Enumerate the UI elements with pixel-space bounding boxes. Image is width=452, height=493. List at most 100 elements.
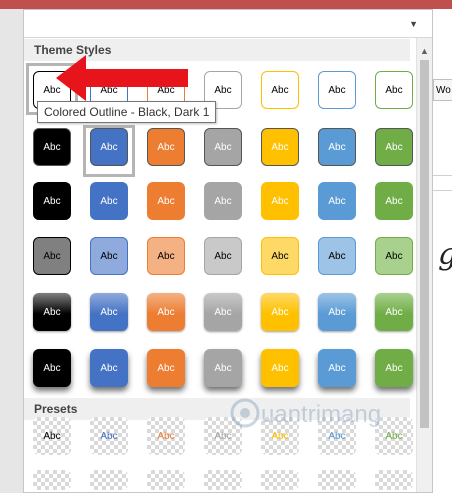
style-cell-gray[interactable]: Abc	[204, 349, 242, 387]
style-cell-label: Abc	[43, 141, 61, 153]
style-cell-green[interactable]: Abc	[375, 182, 413, 220]
style-cell-gray[interactable]: Abc	[204, 293, 242, 331]
style-cell-label: Abc	[100, 250, 118, 262]
style-cell-label: Abc	[100, 306, 118, 318]
style-cell-label: Abc	[43, 430, 61, 442]
style-cell-green[interactable]: Abc	[375, 128, 413, 166]
style-cell-label: Abc	[157, 430, 175, 442]
style-cell-label: Abc	[214, 362, 232, 374]
style-cell-green[interactable]: Abc	[375, 293, 413, 331]
style-cell-green[interactable]: Abc	[375, 71, 413, 109]
vertical-scrollbar[interactable]: ▲	[416, 38, 432, 492]
style-cell-orange[interactable]: Abc	[147, 237, 185, 275]
style-cell-gold[interactable]: Abc	[261, 470, 299, 490]
style-cell-blue[interactable]: Abc	[90, 417, 128, 455]
style-cell-orange[interactable]: Abc	[147, 470, 185, 490]
style-cell-label: Abc	[214, 430, 232, 442]
style-cell-gold[interactable]: Abc	[261, 71, 299, 109]
style-cell-label: Abc	[385, 141, 403, 153]
page-line	[433, 175, 452, 176]
style-cell-gold[interactable]: Abc	[261, 417, 299, 455]
style-cell-orange[interactable]: Abc	[147, 182, 185, 220]
style-cell-black[interactable]: Abc	[33, 349, 71, 387]
style-cell-label: Abc	[43, 195, 61, 207]
style-cell-green[interactable]: Abc	[375, 237, 413, 275]
style-cell-gold[interactable]: Abc	[261, 293, 299, 331]
style-cell-label: Abc	[271, 306, 289, 318]
style-cell-label: Abc	[214, 141, 232, 153]
style-cell-lightblue[interactable]: Abc	[318, 182, 356, 220]
style-cell-label: Abc	[271, 141, 289, 153]
page-line	[433, 190, 452, 191]
style-cell-label: Abc	[157, 250, 175, 262]
style-cell-label: Abc	[214, 84, 232, 96]
document-text-glyph: g	[438, 237, 452, 272]
style-cell-black[interactable]: Abc	[33, 128, 71, 166]
style-cell-lightblue[interactable]: Abc	[318, 417, 356, 455]
style-cell-label: Abc	[43, 362, 61, 374]
ruler-tab: Wo	[433, 79, 452, 101]
style-cell-green[interactable]: Abc	[375, 349, 413, 387]
style-cell-label: Abc	[328, 306, 346, 318]
document-background	[0, 9, 23, 493]
style-cell-orange[interactable]: Abc	[147, 349, 185, 387]
style-cell-label: Abc	[157, 141, 175, 153]
style-cell-label: Abc	[328, 84, 346, 96]
style-cell-black[interactable]: Abc	[33, 293, 71, 331]
style-cell-label: Abc	[43, 306, 61, 318]
style-cell-gray[interactable]: Abc	[204, 237, 242, 275]
style-cell-lightblue[interactable]: Abc	[318, 470, 356, 490]
style-cell-label: Abc	[157, 362, 175, 374]
style-cell-label: Abc	[385, 306, 403, 318]
style-cell-label: Abc	[385, 84, 403, 96]
style-cell-gray[interactable]: Abc	[204, 128, 242, 166]
style-cell-blue[interactable]: Abc	[90, 182, 128, 220]
style-cell-label: Abc	[328, 362, 346, 374]
style-cell-orange[interactable]: Abc	[147, 128, 185, 166]
style-cell-gray[interactable]: Abc	[204, 470, 242, 490]
style-cell-gray[interactable]: Abc	[204, 417, 242, 455]
style-cell-gold[interactable]: Abc	[261, 182, 299, 220]
style-cell-black[interactable]: Abc	[33, 182, 71, 220]
style-cell-label: Abc	[271, 430, 289, 442]
style-cell-orange[interactable]: Abc	[147, 293, 185, 331]
style-cell-blue[interactable]: Abc	[90, 349, 128, 387]
style-cell-orange[interactable]: Abc	[147, 417, 185, 455]
style-cell-blue[interactable]: Abc	[90, 237, 128, 275]
style-cell-blue[interactable]: Abc	[90, 470, 128, 490]
style-cell-label: Abc	[157, 195, 175, 207]
style-cell-lightblue[interactable]: Abc	[318, 237, 356, 275]
style-cell-label: Abc	[271, 84, 289, 96]
style-cell-label: Abc	[157, 306, 175, 318]
style-cell-gold[interactable]: Abc	[261, 237, 299, 275]
scroll-thumb[interactable]	[420, 60, 429, 428]
style-cell-blue[interactable]: Abc	[90, 293, 128, 331]
style-cell-lightblue[interactable]: Abc	[318, 293, 356, 331]
style-cell-gray[interactable]: Abc	[204, 182, 242, 220]
style-cell-black[interactable]: Abc	[33, 237, 71, 275]
style-cell-label: Abc	[328, 141, 346, 153]
style-cell-label: Abc	[214, 195, 232, 207]
scroll-up-icon[interactable]: ▲	[420, 46, 429, 56]
tooltip: Colored Outline - Black, Dark 1	[37, 101, 217, 123]
style-cell-black[interactable]: Abc	[33, 470, 71, 490]
style-cell-label: Abc	[271, 195, 289, 207]
style-cell-green[interactable]: Abc	[375, 470, 413, 490]
style-cell-lightblue[interactable]: Abc	[318, 128, 356, 166]
style-cell-label: Abc	[100, 195, 118, 207]
chevron-down-icon[interactable]: ▼	[409, 19, 418, 29]
style-cell-lightblue[interactable]: Abc	[318, 349, 356, 387]
style-cell-gold[interactable]: Abc	[261, 349, 299, 387]
style-cell-black[interactable]: Abc	[33, 417, 71, 455]
gallery-dropdown[interactable]: ▼	[24, 10, 432, 38]
style-cell-label: Abc	[214, 250, 232, 262]
style-cell-label: Abc	[43, 250, 61, 262]
style-cell-label: Abc	[271, 250, 289, 262]
style-cell-label: Abc	[271, 362, 289, 374]
style-cell-green[interactable]: Abc	[375, 417, 413, 455]
style-cell-label: Abc	[385, 250, 403, 262]
style-cell-label: Abc	[385, 195, 403, 207]
style-cell-label: Abc	[328, 430, 346, 442]
style-cell-gold[interactable]: Abc	[261, 128, 299, 166]
style-cell-lightblue[interactable]: Abc	[318, 71, 356, 109]
